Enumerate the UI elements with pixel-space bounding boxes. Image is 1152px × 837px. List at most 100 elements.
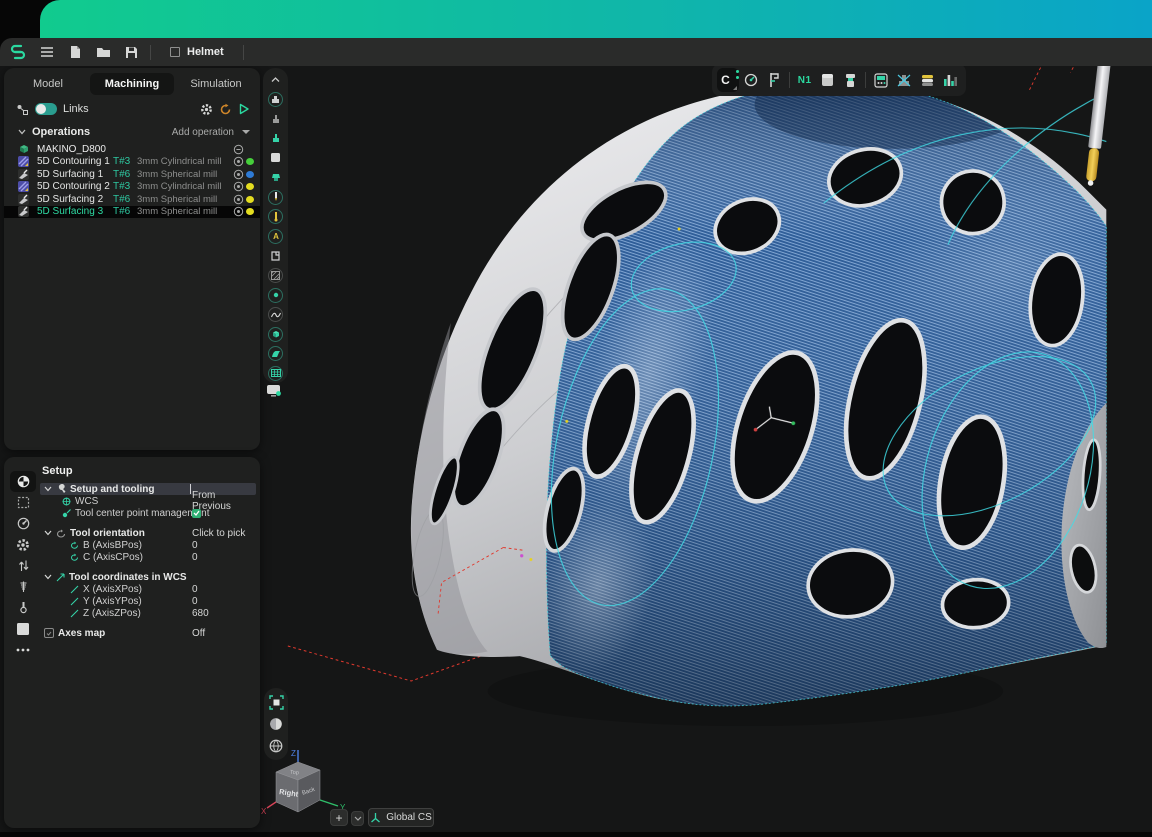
tab-simulation[interactable]: Simulation: [174, 73, 258, 95]
nc-program-button[interactable]: N1: [794, 68, 816, 92]
app-logo[interactable]: [7, 41, 29, 63]
operation-row[interactable]: 5D Surfacing 1 T#6 3mm Spherical mill: [4, 168, 260, 181]
setup-row-value[interactable]: Off: [192, 628, 205, 639]
stock-button[interactable]: [817, 68, 839, 92]
setup-row[interactable]: Y (AxisYPos) 0: [40, 595, 256, 607]
machine-row[interactable]: MAKINO_D800: [4, 143, 260, 156]
machining-panel: Model Machining Simulation Links Operati…: [4, 68, 260, 450]
machine-head-icon[interactable]: [267, 110, 284, 127]
collapse-toolbar-button[interactable]: [267, 71, 284, 88]
setup-row-value[interactable]: 0: [192, 596, 198, 607]
add-cs-label: +: [335, 811, 342, 825]
setup-row[interactable]: WCS From Previous: [40, 495, 256, 507]
machine-visibility-button[interactable]: [267, 91, 284, 108]
checkbox-checked[interactable]: [192, 509, 201, 518]
layers-button[interactable]: [916, 68, 938, 92]
setup-row[interactable]: C (AxisCPos) 0: [40, 551, 256, 563]
machine-check-button[interactable]: [893, 68, 915, 92]
tool-label-button[interactable]: A: [267, 228, 284, 245]
holder-visibility-button[interactable]: [267, 169, 284, 186]
visibility-icon[interactable]: [233, 181, 244, 192]
stock-visibility-button[interactable]: [267, 149, 284, 166]
new-file-button[interactable]: [67, 44, 83, 60]
workpiece-display-button[interactable]: [265, 384, 283, 404]
ball-tool-category-button[interactable]: [10, 597, 36, 618]
contouring-op-icon: [18, 181, 29, 192]
mesh-visibility-button[interactable]: [267, 365, 284, 382]
setup-group-row[interactable]: Tool orientation Click to pick: [40, 527, 256, 539]
visibility-icon[interactable]: [233, 206, 244, 217]
add-cs-button[interactable]: +: [330, 809, 348, 826]
operation-row[interactable]: 5D Contouring 1 T#3 3mm Cylindrical mill: [4, 156, 260, 169]
links-toggle[interactable]: [35, 103, 57, 115]
settings-gear-icon[interactable]: [200, 103, 213, 116]
setup-row[interactable]: X (AxisXPos) 0: [40, 583, 256, 595]
datum-category-button[interactable]: [10, 471, 36, 492]
visibility-icon[interactable]: [233, 169, 244, 180]
add-operation-button[interactable]: Add operation: [172, 127, 234, 138]
orientation-category-button[interactable]: [10, 513, 36, 534]
diagonal-axis-icon: [70, 585, 79, 594]
save-button[interactable]: [123, 44, 139, 60]
tool-center-icon: [62, 509, 71, 518]
run-simulation-icon[interactable]: [238, 103, 250, 115]
solids-visibility-button[interactable]: [267, 326, 284, 343]
operation-row[interactable]: 5D Contouring 2 T#3 3mm Cylindrical mill: [4, 181, 260, 194]
setup-row-value[interactable]: Click to pick: [192, 528, 245, 539]
control-panel-button[interactable]: [870, 68, 892, 92]
setup-group-row[interactable]: Tool coordinates in WCS: [40, 571, 256, 583]
region-category-button[interactable]: [10, 492, 36, 513]
setup-row[interactable]: B (AxisBPos) 0: [40, 539, 256, 551]
coordinate-system-button[interactable]: C: [717, 68, 739, 92]
statistics-button[interactable]: [939, 68, 961, 92]
probe-button[interactable]: [740, 68, 762, 92]
setup-row[interactable]: Axes map Off: [40, 627, 256, 639]
curves-visibility-button[interactable]: [267, 306, 284, 323]
chevron-down-icon[interactable]: [18, 129, 26, 135]
tool-tip-button[interactable]: [267, 208, 284, 225]
setup-row-value[interactable]: 0: [192, 540, 198, 551]
setup-row-value[interactable]: 0: [192, 584, 198, 595]
main-menu-button[interactable]: [39, 44, 55, 60]
shaded-view-button[interactable]: [269, 717, 283, 731]
operation-row[interactable]: 5D Surfacing 2 T#6 3mm Spherical mill: [4, 193, 260, 206]
points-visibility-button[interactable]: [267, 287, 284, 304]
visibility-icon[interactable]: [233, 156, 244, 167]
operation-name: 5D Surfacing 3: [37, 206, 113, 217]
machine-active-icon[interactable]: [267, 130, 284, 147]
add-operation-caret-icon[interactable]: [242, 130, 250, 134]
open-file-button[interactable]: [95, 44, 111, 60]
tool-category-button[interactable]: [10, 576, 36, 597]
caliper-button[interactable]: [763, 68, 785, 92]
setup-row[interactable]: Tool center point management: [40, 507, 256, 519]
axes-category-button[interactable]: [10, 555, 36, 576]
tab-model[interactable]: Model: [6, 73, 90, 95]
panel-tabs: Model Machining Simulation: [4, 68, 260, 97]
tool-visibility-button[interactable]: [267, 189, 284, 206]
sheets-visibility-button[interactable]: [267, 345, 284, 362]
operation-row-selected[interactable]: 5D Surfacing 3 T#6 3mm Spherical mill: [4, 206, 260, 219]
tool-holder-button[interactable]: [839, 68, 861, 92]
pattern-visibility-button[interactable]: [267, 267, 284, 284]
checkbox-unchecked[interactable]: [44, 628, 54, 638]
regenerate-icon[interactable]: [219, 103, 232, 116]
setup-row[interactable]: Z (AxisZPos) 680: [40, 607, 256, 619]
setup-row-value[interactable]: 680: [192, 608, 209, 619]
more-categories-button[interactable]: [10, 639, 36, 660]
stock-category-button[interactable]: [10, 618, 36, 639]
global-cs-button[interactable]: Global CS: [368, 808, 434, 827]
setup-row-value[interactable]: 0: [192, 552, 198, 563]
collapse-circle-icon[interactable]: [233, 144, 244, 155]
setup-row-label: X (AxisXPos): [83, 584, 142, 595]
tab-machining[interactable]: Machining: [90, 73, 174, 95]
render-mode-button[interactable]: [269, 739, 283, 753]
visibility-icon[interactable]: [233, 194, 244, 205]
fixture-icon[interactable]: [267, 247, 284, 264]
status-dot: [246, 171, 254, 178]
surfacing-op-icon: [18, 194, 29, 205]
document-tab-helmet[interactable]: Helmet: [156, 38, 238, 66]
gear-category-button[interactable]: [10, 534, 36, 555]
fit-view-button[interactable]: [269, 695, 284, 710]
cs-dropdown-button[interactable]: [351, 811, 364, 826]
operation-name: 5D Surfacing 2: [37, 194, 113, 205]
